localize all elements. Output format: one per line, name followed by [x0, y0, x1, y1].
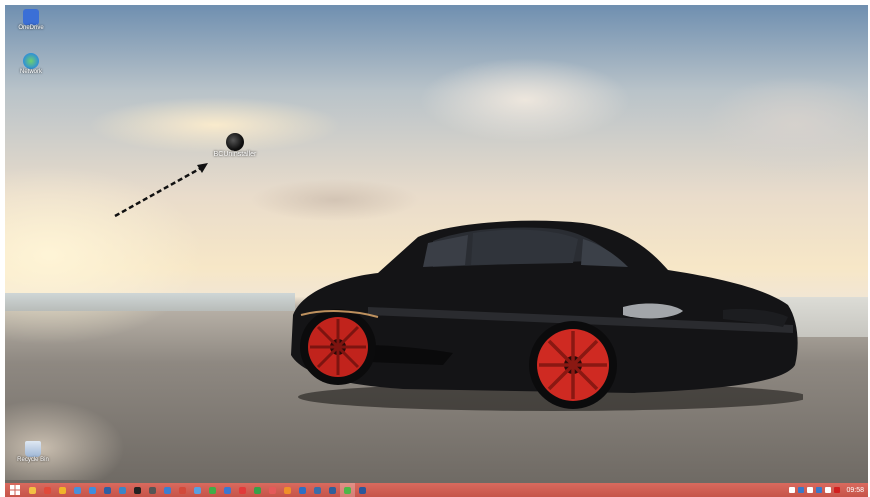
green-app-icon-2: [254, 486, 261, 494]
system-tray: 09:58: [789, 487, 868, 494]
network-icon[interactable]: [798, 487, 805, 493]
taskbar-app-button[interactable]: [40, 483, 55, 497]
blue-app-icon: [224, 486, 231, 494]
taskbar-app-button[interactable]: [265, 483, 280, 497]
taskbar-app-button[interactable]: [100, 483, 115, 497]
taskbar-app-button[interactable]: [70, 483, 85, 497]
file-explorer-icon: [29, 486, 36, 494]
black-coupe-car: [291, 220, 803, 411]
bluetooth-icon: [164, 486, 171, 494]
taskbar-app-button[interactable]: [55, 483, 70, 497]
taskbar-app-button[interactable]: [175, 483, 190, 497]
taskbar-app-button[interactable]: [280, 483, 295, 497]
photos-icon: [119, 486, 126, 494]
app-icon-3: [194, 486, 201, 494]
taskbar-app-button[interactable]: [340, 483, 355, 497]
chevron-up-icon[interactable]: [789, 487, 796, 493]
taskbar-app-button[interactable]: [310, 483, 325, 497]
desktop[interactable]: OneDrive Network Recycle Bin BCUninstall…: [5, 5, 868, 483]
app-icon-2: [149, 486, 156, 494]
taskbar-app-button[interactable]: [130, 483, 145, 497]
taskbar-app-button[interactable]: [295, 483, 310, 497]
app-icon-4: [314, 486, 321, 494]
taskbar-app-button[interactable]: [250, 483, 265, 497]
ie-icon: [89, 486, 96, 494]
flag-icon[interactable]: [807, 487, 814, 493]
taskbar-app-button[interactable]: [160, 483, 175, 497]
taskbar-app-button[interactable]: [190, 483, 205, 497]
taskbar-pinned-apps: [25, 483, 370, 497]
volume-icon[interactable]: [816, 487, 823, 493]
store-icon: [44, 486, 51, 494]
start-button[interactable]: [5, 483, 25, 497]
app-icon: [104, 486, 111, 494]
green-app-icon: [209, 486, 216, 494]
tool-icon: [179, 486, 186, 494]
taskbar: 09:58: [5, 483, 868, 497]
windows-logo-icon: [10, 485, 20, 495]
taskbar-app-button[interactable]: [25, 483, 40, 497]
red-app-icon: [239, 486, 246, 494]
taskbar-app-button[interactable]: [235, 483, 250, 497]
keyboard-icon[interactable]: [825, 487, 832, 493]
taskbar-app-button[interactable]: [355, 483, 370, 497]
taskbar-app-button[interactable]: [325, 483, 340, 497]
tray-icons: [789, 487, 841, 493]
pinwheel-icon: [269, 486, 276, 494]
monitor-icon: [329, 486, 336, 494]
taskbar-app-button[interactable]: [145, 483, 160, 497]
taskbar-app-button[interactable]: [205, 483, 220, 497]
media-icon: [74, 486, 81, 494]
green-app-icon-3: [344, 486, 351, 494]
taskbar-app-button[interactable]: [220, 483, 235, 497]
orange-app-icon: [284, 486, 291, 494]
word-icon: [359, 486, 366, 494]
blue-app-icon-2: [299, 486, 306, 494]
steam-icon: [134, 486, 141, 494]
chrome-icon: [59, 486, 66, 494]
clock[interactable]: 09:58: [846, 487, 864, 494]
taskbar-app-button[interactable]: [85, 483, 100, 497]
security-icon[interactable]: [834, 487, 841, 493]
taskbar-app-button[interactable]: [115, 483, 130, 497]
